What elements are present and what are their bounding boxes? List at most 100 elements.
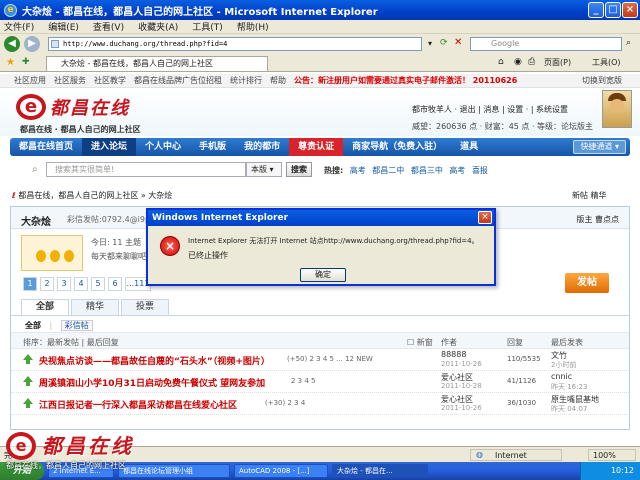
nav-my-city[interactable]: 我的都市: [235, 138, 289, 156]
print-icon[interactable]: ⎙: [528, 57, 535, 67]
minimize-button[interactable]: _: [588, 2, 604, 18]
page-4[interactable]: 4: [74, 277, 88, 291]
thread-pages[interactable]: (+30) 2 3 4: [265, 399, 305, 407]
logo-text[interactable]: 都昌在线: [50, 94, 130, 120]
link-apps[interactable]: 社区应用: [14, 75, 46, 86]
menu-help[interactable]: 帮助(H): [237, 20, 269, 33]
favorites-star-icon[interactable]: ★: [6, 57, 15, 68]
menu-favorites[interactable]: 收藏夹(A): [138, 20, 178, 33]
menu-tools[interactable]: 工具(T): [192, 20, 223, 33]
logo-icon[interactable]: e: [16, 94, 46, 120]
thread-title[interactable]: 周溪镇泗山小学10月31日启动免费午餐仪式 望网友参加: [39, 376, 265, 389]
globe-icon: ◍: [476, 450, 483, 459]
hot-item[interactable]: 高考: [449, 166, 465, 175]
thread-row[interactable]: 江西日报记者一行深入都昌采访都昌在线爱心社区 (+30) 2 3 4 爱心社区 …: [11, 393, 629, 415]
clock[interactable]: 10:12: [611, 466, 634, 475]
nav-props[interactable]: 道具: [451, 138, 487, 156]
tab-all[interactable]: 全部: [21, 299, 69, 315]
menu-edit[interactable]: 编辑(E): [48, 20, 79, 33]
hot-item[interactable]: 都昌三中: [411, 166, 443, 175]
subtab-all[interactable]: 全部: [25, 321, 41, 330]
hot-item[interactable]: 高考: [350, 166, 366, 175]
link-teaching[interactable]: 社区教学: [94, 75, 126, 86]
tab-poll[interactable]: 投票: [121, 299, 169, 315]
nav-vip-auth[interactable]: 尊贵认证: [289, 138, 344, 156]
search-button[interactable]: 搜索: [286, 162, 312, 177]
thread-up-icon: [23, 354, 33, 364]
notice-text[interactable]: 公告：新注册用户如需要通过真实电子邮件激活！ 20110626: [294, 75, 517, 86]
dialog-message-secondary: 已终止操作: [188, 251, 228, 260]
page-menu[interactable]: 页面(P): [544, 57, 571, 68]
user-links[interactable]: 都市牧羊人 · 退出 | 消息 | 设置 · | 系统设置: [412, 104, 602, 115]
switch-width-link[interactable]: 切换到宽版: [582, 75, 622, 86]
tab-current[interactable]: 大杂烩 - 都昌在线，都昌人自己的网上社区: [46, 56, 268, 71]
task-autocad[interactable]: AutoCAD 2008 - [...]: [234, 464, 328, 478]
add-favorite-icon[interactable]: ✚: [22, 57, 30, 67]
close-button[interactable]: ×: [622, 2, 638, 18]
nav-mobile[interactable]: 手机版: [190, 138, 235, 156]
forum-moderators[interactable]: 版主 曹点点: [576, 214, 619, 225]
ok-button[interactable]: 确定: [300, 268, 346, 282]
nav-personal[interactable]: 个人中心: [136, 138, 190, 156]
link-stats[interactable]: 统计排行: [230, 75, 262, 86]
subtab-separator: |: [49, 321, 53, 330]
thread-title[interactable]: 央视焦点访谈——都昌故任自蔑的“石头水”（视频+图片）: [39, 354, 270, 367]
page-1[interactable]: 1: [23, 277, 37, 291]
avatar[interactable]: [602, 90, 632, 128]
search-scope-select[interactable]: 本版 ▾: [246, 162, 282, 177]
page-6[interactable]: 6: [108, 277, 122, 291]
page-2[interactable]: 2: [40, 277, 54, 291]
address-bar: ◀ ▶ http://www.duchang.org/thread.php?fi…: [0, 34, 640, 54]
thread-last-poster[interactable]: cnnic: [551, 372, 572, 381]
page-3[interactable]: 3: [57, 277, 71, 291]
dropdown-icon[interactable]: ▾: [428, 39, 432, 48]
sort-options[interactable]: 排序：最新发帖 | 最后回复: [23, 337, 119, 348]
zoom-level[interactable]: 100%: [588, 449, 636, 461]
thread-pages[interactable]: 2 3 4 5: [291, 377, 316, 385]
tab-digest[interactable]: 精华: [71, 299, 119, 315]
thread-row[interactable]: 央视焦点访谈——都昌故任自蔑的“石头水”（视频+图片） (+50) 2 3 4 …: [11, 349, 629, 371]
thread-author[interactable]: 88888: [441, 350, 466, 359]
refresh-icon[interactable]: ⟳: [440, 38, 448, 48]
menu-view[interactable]: 查看(V): [93, 20, 124, 33]
watermark-slogan: 都昌在线，都昌人自己的网上社区: [6, 461, 126, 470]
maximize-button[interactable]: □: [605, 2, 621, 18]
back-icon[interactable]: ◀: [4, 36, 20, 52]
quick-channel-button[interactable]: 快捷通道 ▾: [573, 140, 626, 154]
nav-home[interactable]: 都昌在线首页: [10, 138, 82, 156]
system-tray: 10:12: [580, 462, 640, 480]
search-icon[interactable]: ⌕: [626, 38, 631, 48]
security-zone[interactable]: Internet: [470, 449, 562, 461]
dialog-close-button[interactable]: ×: [478, 211, 492, 224]
tools-menu[interactable]: 工具(O): [592, 57, 621, 68]
search-input[interactable]: Google: [470, 37, 622, 51]
thread-title[interactable]: 江西日报记者一行深入都昌采访都昌在线爱心社区: [39, 398, 237, 411]
thread-row[interactable]: 周溪镇泗山小学10月31日启动免费午餐仪式 望网友参加 2 3 4 5 爱心社区…: [11, 371, 629, 393]
stop-icon[interactable]: ✕: [454, 37, 462, 48]
hot-item[interactable]: 喜报: [472, 166, 488, 175]
nav-forum[interactable]: 进入论坛: [82, 138, 137, 156]
link-ads[interactable]: 都昌在线品牌广告位招租: [134, 75, 222, 86]
link-help[interactable]: 帮助: [270, 75, 286, 86]
site-search-input[interactable]: 搜索其实很简单!: [46, 162, 246, 177]
forward-icon[interactable]: ▶: [24, 36, 40, 52]
page-5[interactable]: 5: [91, 277, 105, 291]
home-icon[interactable]: ⌂: [498, 57, 504, 67]
breadcrumb-right-links[interactable]: 新帖 精华: [572, 190, 607, 201]
new-post-button[interactable]: 发帖: [565, 273, 609, 293]
forum-title: 大杂烩: [21, 217, 51, 228]
subtab-mms[interactable]: 彩信帖: [60, 320, 93, 331]
hot-item[interactable]: 都昌二中: [372, 166, 404, 175]
feed-icon[interactable]: ◉: [514, 57, 522, 67]
link-services[interactable]: 社区服务: [54, 75, 86, 86]
thread-pages[interactable]: (+50) 2 3 4 5 ... 12 NEW: [287, 355, 373, 363]
menu-file[interactable]: 文件(F): [4, 20, 34, 33]
thread-up-icon: [23, 398, 33, 408]
breadcrumb-path[interactable]: 都昌在线，都昌人自己的网上社区 » 大杂烩: [18, 191, 172, 200]
task-current-page[interactable]: 大杂烩 - 都昌在...: [332, 464, 428, 478]
address-input[interactable]: http://www.duchang.org/thread.php?fid=4: [48, 37, 422, 51]
new-window-checkbox[interactable]: ☐ 新窗: [407, 337, 433, 348]
breadcrumb[interactable]: ℓ 都昌在线，都昌人自己的网上社区 » 大杂烩: [12, 190, 452, 201]
watermark-logo-icon: e: [6, 432, 36, 460]
nav-merchants[interactable]: 商家导航（免费入驻）: [343, 138, 451, 156]
